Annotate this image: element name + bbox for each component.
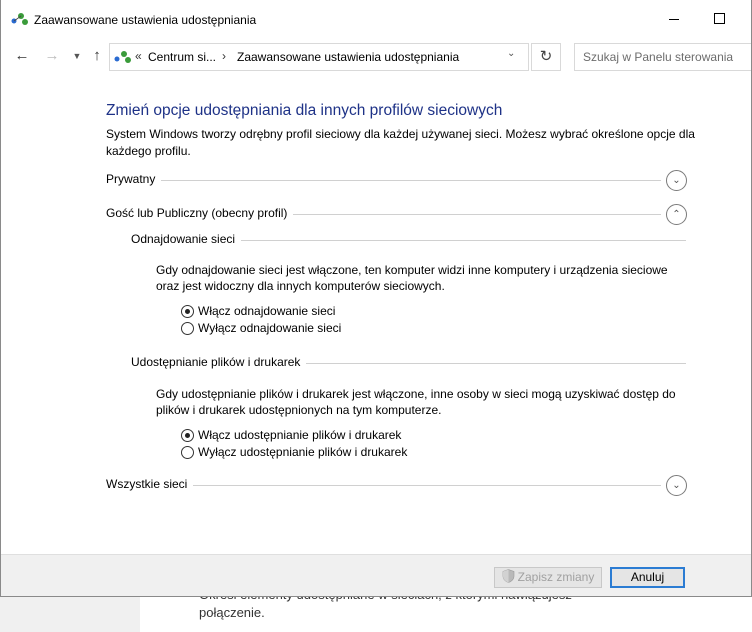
profile-guest-public[interactable]: Gość lub Publiczny (obecny profil) ⌃: [106, 204, 687, 225]
breadcrumb-separator-icon[interactable]: ›: [222, 49, 226, 63]
refresh-button[interactable]: ↻: [531, 43, 561, 71]
file-sharing-title: Udostępnianie plików i drukarek: [131, 355, 307, 369]
radio-button[interactable]: [181, 446, 194, 459]
radio-file-sharing-off-label[interactable]: Wyłącz udostępnianie plików i drukarek: [198, 445, 407, 459]
divider: [306, 363, 686, 364]
cancel-button[interactable]: Anuluj: [610, 567, 685, 588]
profile-all-networks[interactable]: Wszystkie sieci ⌄: [106, 475, 687, 496]
address-bar[interactable]: « Centrum si... › Zaawansowane ustawieni…: [109, 43, 529, 71]
save-changes-label: Zapisz zmiany: [517, 570, 595, 584]
dialog-window: Zaawansowane ustawienia udostępniania ← …: [0, 0, 752, 597]
maximize-button[interactable]: [697, 0, 743, 34]
radio-discovery-off-label[interactable]: Wyłącz odnajdowanie sieci: [198, 321, 341, 335]
expand-chevron-icon[interactable]: ⌄: [666, 170, 687, 191]
save-changes-button[interactable]: Zapisz zmiany: [494, 567, 602, 588]
minimize-button[interactable]: [651, 0, 697, 34]
file-sharing-description: Gdy udostępnianie plików i drukarek jest…: [156, 387, 676, 417]
network-app-icon: [11, 13, 28, 25]
title-bar: Zaawansowane ustawienia udostępniania: [1, 0, 751, 34]
breadcrumb-advanced-sharing[interactable]: Zaawansowane ustawienia udostępniania: [237, 50, 459, 64]
main-content: Zmień opcje udostępniania dla innych pro…: [1, 74, 751, 554]
radio-button-selected[interactable]: [181, 305, 194, 318]
radio-file-sharing-on-label[interactable]: Włącz udostępnianie plików i drukarek: [198, 428, 401, 442]
radio-button[interactable]: [181, 322, 194, 335]
expand-chevron-icon[interactable]: ⌄: [666, 475, 687, 496]
window-title: Zaawansowane ustawienia udostępniania: [34, 13, 257, 27]
divider: [291, 214, 661, 215]
address-toolbar: ← → ▼ ↑ « Centrum si... › Zaawansowane u…: [1, 38, 751, 74]
profile-all-networks-label[interactable]: Wszystkie sieci: [106, 477, 194, 491]
recent-locations-chevron-icon[interactable]: ▼: [68, 47, 86, 65]
divider: [156, 180, 661, 181]
radio-discovery-on-label[interactable]: Włącz odnajdowanie sieci: [198, 304, 335, 318]
search-input[interactable]: Szukaj w Panelu sterowania: [574, 43, 751, 71]
profile-guest-public-label[interactable]: Gość lub Publiczny (obecny profil): [106, 206, 294, 220]
dialog-footer: Zapisz zmiany Anuluj: [1, 554, 751, 596]
radio-button-selected[interactable]: [181, 429, 194, 442]
background-text-line2: połączenie.: [199, 605, 265, 620]
page-description: System Windows tworzy odrębny profil sie…: [106, 127, 695, 158]
forward-arrow-icon[interactable]: →: [43, 47, 61, 65]
network-discovery-title: Odnajdowanie sieci: [131, 232, 242, 246]
profile-private-label[interactable]: Prywatny: [106, 172, 162, 186]
page-title: Zmień opcje udostępniania dla innych pro…: [106, 102, 503, 119]
uac-shield-icon: [502, 569, 514, 583]
divider: [241, 240, 686, 241]
background-sidebar: [0, 596, 140, 632]
network-location-icon: [114, 51, 131, 63]
file-sharing-section: Udostępnianie plików i drukarek: [131, 355, 686, 373]
collapse-chevron-icon[interactable]: ⌃: [666, 204, 687, 225]
network-discovery-description: Gdy odnajdowanie sieci jest włączone, te…: [156, 263, 668, 293]
breadcrumb-network-center[interactable]: Centrum si...: [148, 50, 216, 64]
divider: [186, 485, 661, 486]
up-arrow-icon[interactable]: ↑: [88, 47, 106, 65]
network-discovery-section: Odnajdowanie sieci: [131, 232, 686, 250]
address-dropdown-icon[interactable]: ⌄: [507, 48, 515, 59]
back-arrow-icon[interactable]: ←: [13, 47, 31, 65]
profile-private[interactable]: Prywatny ⌄: [106, 170, 687, 191]
breadcrumb-overflow[interactable]: «: [135, 49, 142, 63]
